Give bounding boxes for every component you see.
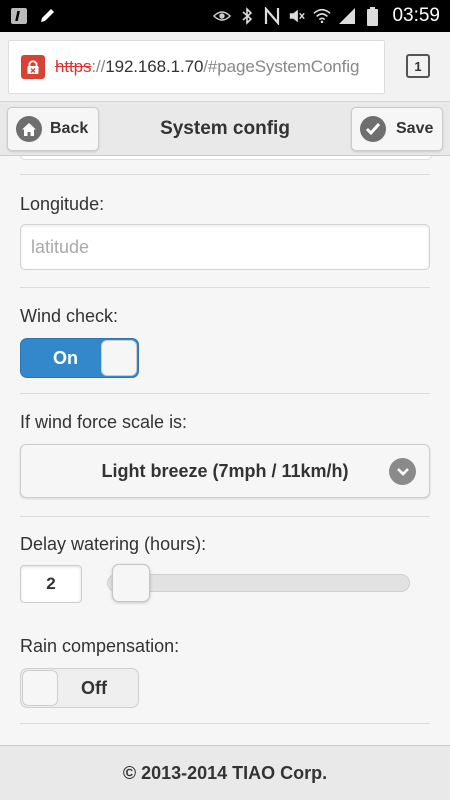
clock: 03:59: [392, 5, 440, 26]
check-icon: [360, 116, 386, 142]
address-bar[interactable]: https://192.168.1.70/#pageSystemConfig: [8, 40, 385, 94]
toggle-knob: [101, 340, 137, 376]
divider: [20, 174, 430, 175]
chevron-down-icon: [389, 458, 416, 485]
lock-icon: [21, 55, 45, 79]
divider: [20, 723, 430, 724]
info-icon: [10, 7, 28, 25]
wind-check-state: On: [53, 347, 78, 368]
rain-compensation-state: Off: [81, 677, 107, 698]
save-button[interactable]: Save: [351, 107, 443, 151]
longitude-input[interactable]: latitude: [20, 224, 430, 270]
url-text: https://192.168.1.70/#pageSystemConfig: [55, 57, 359, 77]
eye-icon: [213, 7, 232, 25]
back-button-label: Back: [50, 120, 89, 137]
battery-icon: [363, 6, 381, 26]
wind-check-label: Wind check:: [20, 306, 119, 326]
url-path: /#pageSystemConfig: [203, 57, 360, 76]
rain-compensation-label: Rain compensation:: [20, 636, 180, 656]
page-title: System config: [160, 118, 290, 139]
signal-icon: [338, 7, 356, 25]
slider-handle[interactable]: [112, 564, 150, 602]
url-separator: ://: [91, 57, 106, 76]
tab-switcher-button[interactable]: 1: [406, 54, 430, 78]
delay-watering-label: Delay watering (hours):: [20, 534, 207, 554]
save-button-label: Save: [396, 120, 434, 137]
bluetooth-icon: [238, 7, 256, 25]
back-button[interactable]: Back: [7, 107, 99, 151]
page-footer: © 2013-2014 TIAO Corp.: [0, 745, 450, 800]
wind-force-select[interactable]: Light breeze (7mph / 11km/h): [20, 444, 430, 498]
wind-check-toggle[interactable]: On: [20, 338, 139, 378]
pencil-icon: [38, 7, 56, 25]
wind-force-label: If wind force scale is:: [20, 412, 188, 432]
nfc-icon: [263, 7, 281, 25]
rain-compensation-toggle[interactable]: Off: [20, 668, 139, 708]
longitude-label: Longitude:: [20, 194, 105, 214]
wind-force-selected: Light breeze (7mph / 11km/h): [101, 460, 349, 481]
toggle-knob: [22, 670, 58, 706]
page-header: Back System config Save: [0, 102, 450, 156]
home-icon: [16, 116, 42, 142]
divider: [20, 393, 430, 394]
status-bar: 03:59: [0, 0, 450, 32]
previous-field-bottom: [20, 156, 432, 160]
divider: [20, 516, 430, 517]
mute-icon: [288, 7, 306, 25]
content[interactable]: Longitude: latitude Wind check: On If wi…: [0, 156, 450, 745]
delay-watering-input[interactable]: 2: [20, 565, 82, 603]
delay-watering-slider[interactable]: [107, 574, 410, 592]
wifi-icon: [313, 7, 332, 25]
url-scheme: https: [55, 57, 92, 76]
divider: [20, 287, 430, 288]
url-host: 192.168.1.70: [105, 57, 204, 76]
browser-toolbar: https://192.168.1.70/#pageSystemConfig 1: [0, 32, 450, 102]
